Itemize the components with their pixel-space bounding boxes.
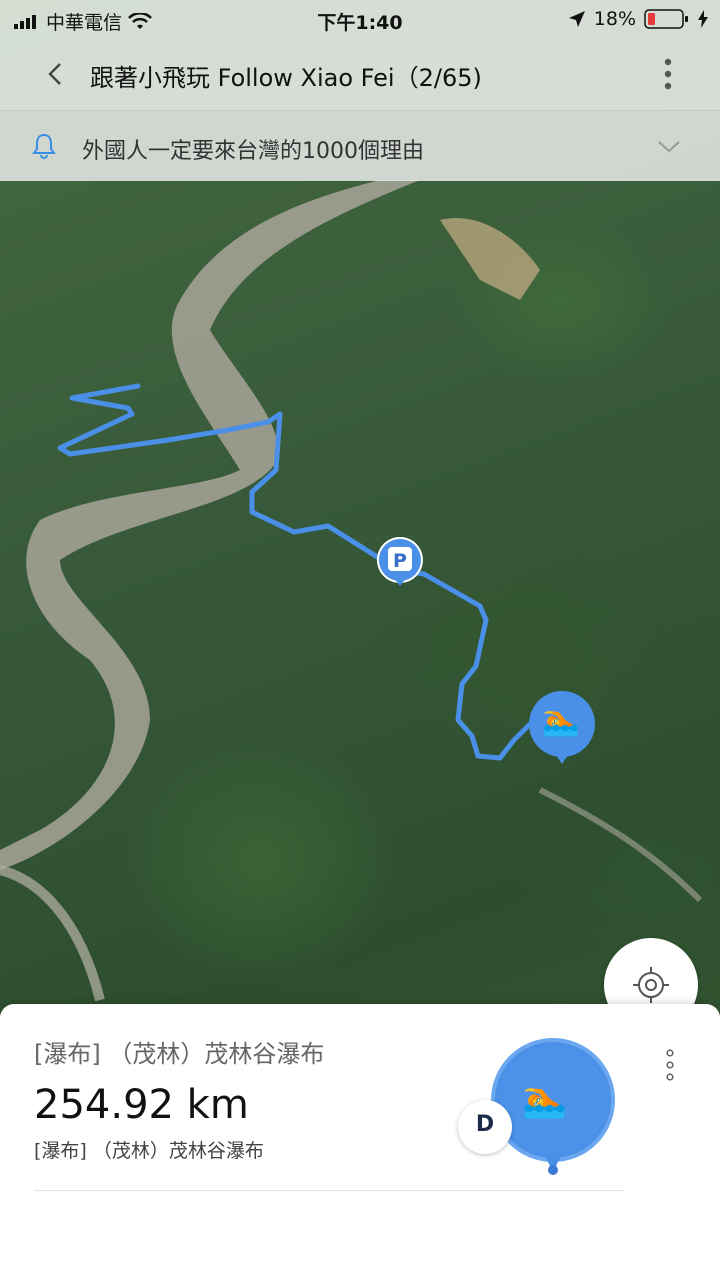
more-vertical-icon[interactable] bbox=[656, 54, 680, 94]
banner-text: 外國人一定要來台灣的1000個理由 bbox=[82, 139, 424, 164]
charging-bolt-icon bbox=[698, 10, 708, 28]
chevron-down-icon[interactable] bbox=[656, 135, 682, 157]
back-chevron-icon[interactable] bbox=[38, 56, 74, 92]
place-subtitle: [瀑布] （茂林）茂林谷瀑布 bbox=[34, 1140, 264, 1162]
crosshair-icon bbox=[633, 967, 669, 1003]
location-arrow-icon bbox=[568, 11, 585, 27]
swimmer-icon-large: 🏊 bbox=[522, 1079, 567, 1120]
page-title: 跟著小飛玩 Follow Xiao Fei（2/65) bbox=[90, 64, 482, 92]
battery-icon bbox=[644, 9, 688, 29]
river-bed bbox=[0, 180, 420, 870]
battery-percent: 18% bbox=[593, 8, 636, 30]
top-bar: 跟著小飛玩 Follow Xiao Fei（2/65) bbox=[0, 38, 720, 110]
parking-pin-icon[interactable]: P bbox=[376, 536, 424, 588]
stream bbox=[538, 787, 703, 903]
waterfall-pin[interactable]: 🏊 bbox=[524, 690, 600, 766]
divider bbox=[34, 1190, 624, 1191]
parking-label: P bbox=[393, 550, 407, 572]
place-category-title: [瀑布] （茂林）茂林谷瀑布 bbox=[34, 1040, 325, 1068]
place-pin-large: 🏊 bbox=[486, 1036, 620, 1176]
river-channel bbox=[0, 865, 105, 1002]
bell-icon bbox=[32, 133, 56, 159]
announcement-banner[interactable]: 外國人一定要來台灣的1000個理由 bbox=[0, 110, 720, 181]
status-bar: 中華電信 下午1:40 18% bbox=[0, 0, 720, 38]
brand-badge: D bbox=[458, 1100, 512, 1154]
swimmer-icon: 🏊 bbox=[542, 703, 580, 738]
distance-value: 254.92 km bbox=[34, 1082, 249, 1128]
brand-badge-text: D bbox=[475, 1112, 495, 1137]
clearing bbox=[440, 218, 540, 300]
sheet-more-icon[interactable] bbox=[660, 1048, 680, 1082]
